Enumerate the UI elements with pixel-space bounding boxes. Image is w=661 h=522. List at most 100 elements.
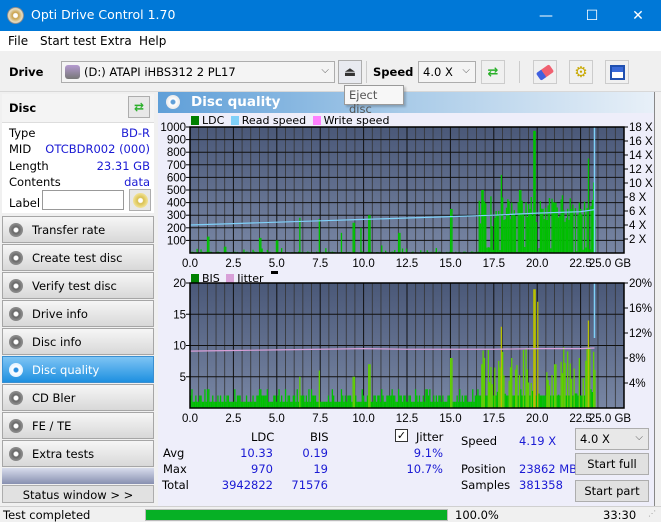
label-input[interactable] bbox=[42, 190, 124, 210]
disc-quality-panel: Disc quality LDC Read speed Write speed … bbox=[158, 92, 654, 506]
data-bar bbox=[544, 207, 547, 253]
contents-value: data bbox=[124, 175, 150, 189]
save-button[interactable] bbox=[605, 60, 629, 84]
data-bar bbox=[357, 401, 359, 408]
y2-tick-label: 16 X bbox=[629, 136, 653, 148]
data-bar bbox=[448, 395, 450, 408]
status-bar: Test completed 100.0% 33:30 ⋰ bbox=[0, 506, 661, 522]
maximize-button[interactable]: ☐ bbox=[569, 0, 615, 31]
nav-verify-test-disc[interactable]: Verify test disc bbox=[2, 272, 154, 299]
data-bar bbox=[400, 395, 402, 408]
y2-tick-label: 10 X bbox=[629, 178, 653, 190]
disc-icon bbox=[9, 223, 23, 237]
erase-button[interactable] bbox=[533, 60, 557, 84]
data-bar bbox=[388, 395, 391, 408]
type-value: BD-R bbox=[121, 126, 150, 140]
data-bar bbox=[489, 247, 491, 253]
data-bar bbox=[561, 373, 564, 408]
data-bar bbox=[543, 219, 545, 253]
start-full-button[interactable]: Start full bbox=[575, 453, 649, 475]
disc-refresh-button[interactable]: ⇄ bbox=[128, 96, 150, 118]
data-bar bbox=[225, 246, 227, 253]
start-part-button[interactable]: Start part bbox=[575, 480, 649, 502]
data-bar bbox=[277, 395, 279, 408]
data-bar bbox=[546, 372, 548, 408]
position-value: 23862 MB bbox=[519, 462, 578, 476]
data-bar bbox=[385, 401, 387, 408]
status-window-button[interactable]: Status window > > bbox=[2, 485, 154, 503]
resize-grip-icon[interactable]: ⋰ bbox=[648, 509, 656, 518]
data-bar bbox=[443, 401, 445, 408]
data-bar bbox=[244, 401, 246, 408]
position-label: Position bbox=[461, 462, 506, 476]
data-bar bbox=[567, 351, 569, 408]
data-bar bbox=[505, 395, 508, 408]
data-bar bbox=[557, 394, 560, 408]
data-bar bbox=[499, 367, 501, 408]
data-bar bbox=[365, 401, 367, 408]
toolbar: Drive (D:) ATAPI iHBS312 2 PL17 ⌵ ⏏ Spee… bbox=[0, 51, 661, 92]
data-bar bbox=[465, 395, 467, 408]
speed-select[interactable]: 4.0 X ⌵ bbox=[418, 61, 476, 83]
nav-fe-te[interactable]: FE / TE bbox=[2, 412, 154, 439]
data-bar bbox=[409, 395, 411, 408]
label-disc-button[interactable] bbox=[129, 189, 151, 211]
nav-create-test-disc[interactable]: Create test disc bbox=[2, 244, 154, 271]
data-bar bbox=[242, 401, 244, 408]
data-bar bbox=[226, 395, 228, 408]
data-bar bbox=[537, 301, 539, 408]
data-bar bbox=[486, 247, 488, 253]
menu-file[interactable]: File bbox=[8, 34, 28, 48]
drive-select[interactable]: (D:) ATAPI iHBS312 2 PL17 ⌵ bbox=[61, 61, 335, 83]
data-bar bbox=[515, 369, 517, 408]
data-bar bbox=[570, 208, 573, 253]
data-bar bbox=[249, 401, 252, 408]
nav-disc-info[interactable]: Disc info bbox=[2, 328, 154, 355]
data-bar bbox=[368, 364, 370, 408]
menu-extra[interactable]: Extra bbox=[100, 34, 132, 48]
nav-disc-quality[interactable]: Disc quality bbox=[2, 356, 154, 383]
data-bar bbox=[433, 395, 435, 408]
data-bar bbox=[559, 215, 561, 253]
type-label: Type bbox=[9, 126, 36, 140]
data-bar bbox=[317, 401, 319, 408]
y2-tick-label: 8% bbox=[629, 353, 646, 365]
data-bar bbox=[482, 350, 484, 408]
data-bar bbox=[517, 202, 519, 253]
data-bar bbox=[513, 395, 515, 408]
data-bar bbox=[512, 213, 514, 253]
menu-help[interactable]: Help bbox=[139, 34, 166, 48]
data-bar bbox=[534, 130, 536, 253]
nav-extra-tests[interactable]: Extra tests bbox=[2, 440, 154, 467]
data-bar bbox=[265, 395, 267, 408]
data-bar bbox=[395, 401, 397, 408]
data-bar bbox=[373, 395, 375, 408]
data-bar bbox=[426, 389, 428, 408]
data-bar bbox=[281, 395, 283, 408]
data-bar bbox=[413, 401, 415, 408]
data-bar bbox=[309, 401, 311, 408]
data-bar bbox=[353, 222, 356, 253]
data-bar bbox=[287, 395, 289, 408]
close-button[interactable]: ✕ bbox=[615, 0, 661, 31]
data-bar bbox=[336, 401, 339, 408]
disc-icon bbox=[9, 391, 23, 405]
nav-transfer-rate[interactable]: Transfer rate bbox=[2, 216, 154, 243]
jitter-checkbox[interactable]: ✓ bbox=[395, 429, 408, 442]
data-bar bbox=[512, 395, 514, 408]
menu-start-test[interactable]: Start test bbox=[40, 34, 96, 48]
nav-drive-info[interactable]: Drive info bbox=[2, 300, 154, 327]
window-title: Opti Drive Control 1.70 bbox=[31, 7, 176, 22]
minimize-button[interactable]: — bbox=[523, 0, 569, 31]
settings-button[interactable]: ⚙ bbox=[569, 60, 593, 84]
refresh-button[interactable]: ⇄ bbox=[481, 60, 505, 84]
y2-tick-label: 20% bbox=[629, 278, 652, 290]
nav-cd-bler[interactable]: CD Bler bbox=[2, 384, 154, 411]
data-bar bbox=[491, 226, 493, 253]
eject-button[interactable]: ⏏ bbox=[338, 60, 362, 84]
data-bar bbox=[586, 207, 588, 253]
data-bar bbox=[356, 401, 358, 408]
x-tick-label: 2.5 bbox=[225, 258, 241, 270]
data-bar bbox=[556, 207, 558, 253]
test-speed-select[interactable]: 4.0 X ⌵ bbox=[575, 428, 649, 450]
